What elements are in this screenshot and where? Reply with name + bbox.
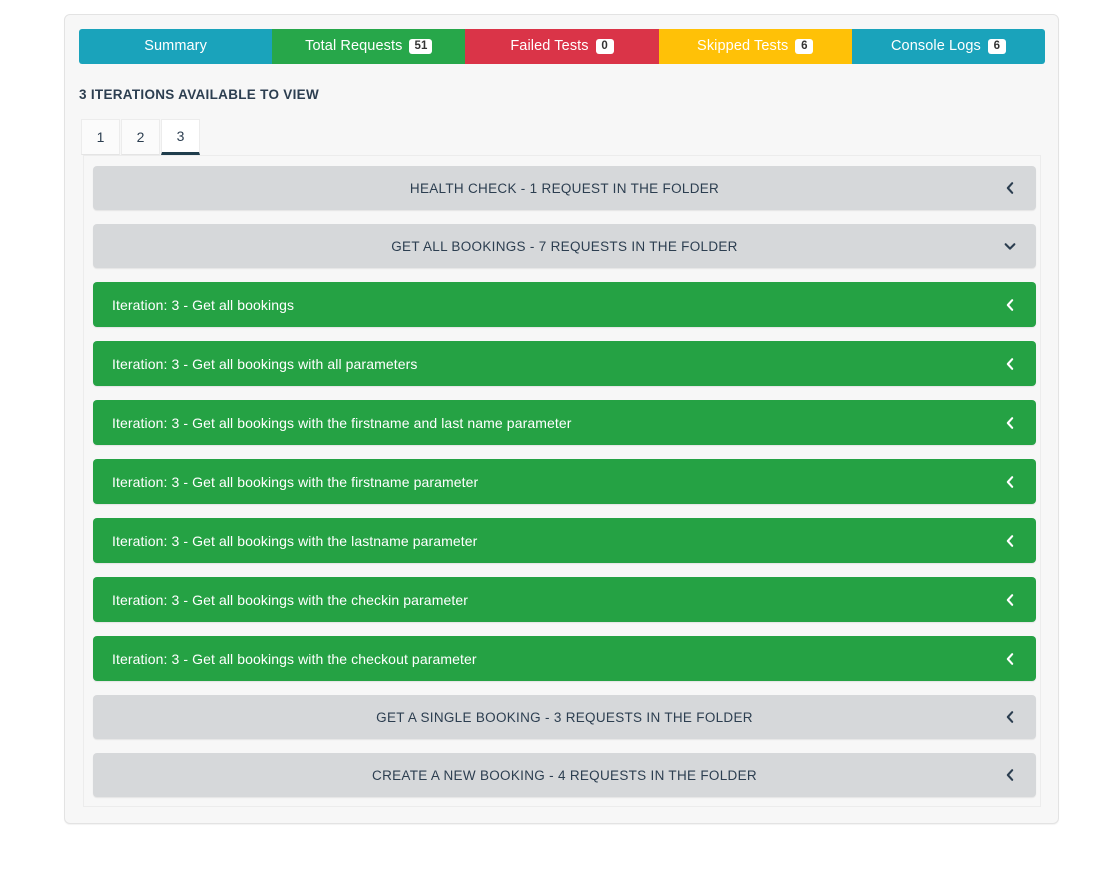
row-title: Iteration: 3 - Get all bookings with all…: [112, 355, 418, 372]
row-title: Iteration: 3 - Get all bookings with the…: [112, 532, 478, 549]
tab-skipped-tests[interactable]: Skipped Tests 6: [658, 29, 852, 64]
report-card: Summary Total Requests 51 Failed Tests 0 Skip…: [64, 14, 1059, 824]
row-title: Iteration: 3 - Get all bookings: [112, 296, 295, 313]
tab-label: Skipped Tests: [697, 38, 789, 55]
row-title: GET ALL BOOKINGS - 7 REQUESTS IN THE FOL…: [391, 238, 738, 254]
tab-badge: 6: [795, 38, 814, 55]
request-row[interactable]: Iteration: 3 - Get all bookings with the…: [93, 518, 1036, 563]
row-title: HEALTH CHECK - 1 REQUEST IN THE FOLDER: [409, 180, 720, 196]
folder-header-row[interactable]: HEALTH CHECK - 1 REQUEST IN THE FOLDER: [93, 166, 1036, 210]
tab-label: Summary: [144, 38, 207, 55]
row-title: Iteration: 3 - Get all bookings with the…: [112, 591, 468, 608]
chevron-left-icon[interactable]: [1002, 533, 1018, 549]
chevron-left-icon[interactable]: [1002, 297, 1018, 313]
iterations-heading: 3 ITERATIONS AVAILABLE TO VIEW: [79, 87, 320, 102]
folder-header-row[interactable]: GET A SINGLE BOOKING - 3 REQUESTS IN THE…: [93, 695, 1036, 739]
chevron-left-icon[interactable]: [1002, 474, 1018, 490]
iteration-tab-2[interactable]: 2: [121, 119, 160, 155]
folder-header-row[interactable]: CREATE A NEW BOOKING - 4 REQUESTS IN THE…: [93, 753, 1036, 797]
chevron-left-icon[interactable]: [1002, 767, 1018, 783]
request-row[interactable]: Iteration: 3 - Get all bookings with the…: [93, 400, 1036, 445]
chevron-down-icon[interactable]: [1002, 238, 1018, 254]
chevron-left-icon[interactable]: [1002, 709, 1018, 725]
chevron-left-icon[interactable]: [1002, 180, 1018, 196]
tab-label: Failed Tests: [510, 38, 589, 55]
chevron-left-icon[interactable]: [1002, 592, 1018, 608]
tab-badge: 51: [409, 38, 433, 55]
tab-label: Total Requests: [305, 38, 403, 55]
request-row[interactable]: Iteration: 3 - Get all bookings with the…: [93, 459, 1036, 504]
tab-badge: 6: [987, 38, 1006, 55]
iteration-tabs: 123: [81, 119, 201, 155]
request-row[interactable]: Iteration: 3 - Get all bookings: [93, 282, 1036, 327]
iteration-content-panel: HEALTH CHECK - 1 REQUEST IN THE FOLDER GE…: [83, 155, 1041, 807]
tab-total-requests[interactable]: Total Requests 51: [272, 29, 466, 64]
chevron-left-icon[interactable]: [1002, 415, 1018, 431]
chevron-left-icon[interactable]: [1002, 651, 1018, 667]
iteration-tab-3[interactable]: 3: [161, 119, 200, 155]
row-title: Iteration: 3 - Get all bookings with the…: [112, 473, 479, 490]
request-row[interactable]: Iteration: 3 - Get all bookings with all…: [93, 341, 1036, 386]
request-row[interactable]: Iteration: 3 - Get all bookings with the…: [93, 636, 1036, 681]
iteration-tab-1[interactable]: 1: [81, 119, 120, 155]
tab-summary[interactable]: Summary: [79, 29, 273, 64]
row-title: Iteration: 3 - Get all bookings with the…: [112, 414, 572, 431]
chevron-left-icon[interactable]: [1002, 356, 1018, 372]
report-page: Summary Total Requests 51 Failed Tests 0 Skip…: [0, 0, 1119, 879]
tab-console-logs[interactable]: Console Logs 6: [851, 29, 1045, 64]
row-title: Iteration: 3 - Get all bookings with the…: [112, 650, 477, 667]
folder-header-row[interactable]: GET ALL BOOKINGS - 7 REQUESTS IN THE FOL…: [93, 224, 1036, 268]
row-title: GET A SINGLE BOOKING - 3 REQUESTS IN THE…: [376, 709, 753, 725]
row-title: CREATE A NEW BOOKING - 4 REQUESTS IN THE…: [372, 767, 757, 783]
request-row[interactable]: Iteration: 3 - Get all bookings with the…: [93, 577, 1036, 622]
report-tabbar: Summary Total Requests 51 Failed Tests 0 Skip…: [79, 29, 1045, 64]
tab-label: Console Logs: [890, 38, 981, 55]
folder-request-list: HEALTH CHECK - 1 REQUEST IN THE FOLDER GE…: [93, 166, 1036, 811]
tab-failed-tests[interactable]: Failed Tests 0: [465, 29, 659, 64]
tab-badge: 0: [595, 38, 614, 55]
